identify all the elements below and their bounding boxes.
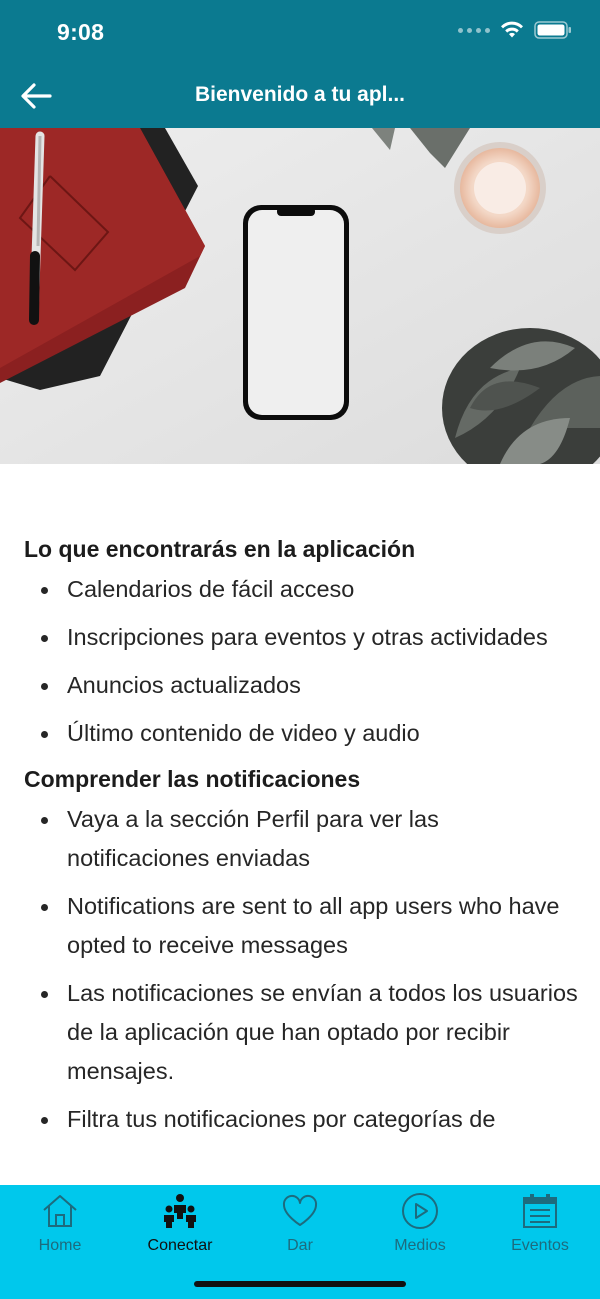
app-header: 9:08 Bienvenido a tu apl... [0,0,600,128]
tab-home[interactable]: Home [0,1191,120,1255]
signal-icon [458,27,490,33]
wifi-icon [501,21,523,38]
tab-medios[interactable]: Medios [360,1191,480,1255]
section-heading: Comprender las notificaciones [24,766,361,792]
hero-image [0,128,600,464]
home-indicator [194,1281,406,1287]
tab-eventos[interactable]: Eventos [480,1191,600,1255]
section-heading: Lo que encontrarás en la aplicación [24,536,416,562]
list-item: Anuncios actualizados [24,666,584,705]
home-icon [43,1195,77,1227]
tab-label: Medios [394,1237,446,1254]
calendar-icon [523,1194,557,1228]
notification-list: Vaya a la sección Perfil para ver las no… [24,800,584,1139]
list-item: Último contenido de video y audio [24,714,584,753]
list-item: Notifications are sent to all app users … [24,887,584,965]
list-item: Filtra tus notificaciones por categorías… [24,1100,584,1139]
tab-conectar[interactable]: Conectar [120,1191,240,1255]
battery-icon [534,21,571,39]
feature-list: Calendarios de fácil acceso Inscripcione… [24,570,584,753]
section-notifications: Comprender las notificaciones Vaya a la … [24,762,584,1139]
play-icon [402,1193,438,1229]
page-title: Bienvenido a tu apl... [194,83,406,106]
tab-label: Eventos [511,1237,569,1254]
status-icons [458,21,572,39]
list-item: Inscripciones para eventos y otras activ… [24,618,584,657]
tab-label: Conectar [147,1237,213,1254]
tab-label: Dar [287,1237,313,1254]
list-item: Vaya a la sección Perfil para ver las no… [24,800,584,878]
content-area: Lo que encontrarás en la aplicación Cale… [24,532,584,1148]
section-features: Lo que encontrarás en la aplicación Cale… [24,532,584,753]
people-icon [164,1194,196,1228]
list-item: Calendarios de fácil acceso [24,570,584,609]
heart-icon [282,1194,318,1226]
tab-label: Home [38,1237,82,1254]
list-item: Las notificaciones se envían a todos los… [24,974,584,1091]
status-time: 9:08 [57,19,105,45]
tab-dar[interactable]: Dar [240,1191,360,1255]
